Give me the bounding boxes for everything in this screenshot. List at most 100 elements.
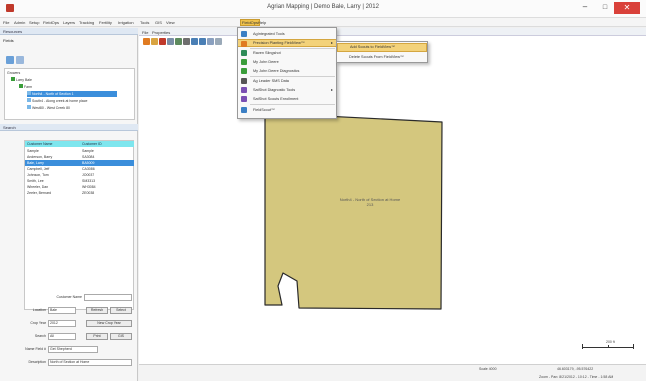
map-canvas[interactable]: North4 - North of Section at Home 213 bbox=[139, 28, 646, 364]
name-field-input[interactable]: Get Shepherd bbox=[48, 346, 98, 353]
menu-irrigation[interactable]: Irrigation bbox=[117, 19, 135, 26]
satshot-enrollment-icon bbox=[241, 96, 247, 102]
zoom-out-icon[interactable] bbox=[199, 38, 206, 45]
left-panel: Resources Fields Growers Larry Bale Farm… bbox=[0, 28, 138, 381]
minimize-button[interactable]: – bbox=[576, 2, 594, 14]
status-scale: Scale 4000 bbox=[479, 367, 497, 371]
tree-root[interactable]: Growers bbox=[7, 70, 20, 76]
menu-gis[interactable]: GIS bbox=[154, 19, 163, 26]
layer-toggle-icon[interactable] bbox=[16, 56, 24, 64]
status-coords: 46.603179, -95.576422 bbox=[557, 367, 594, 371]
submenu-label: Delete Scouts From FieldView™ bbox=[349, 55, 404, 59]
scale-tick bbox=[608, 345, 609, 348]
menu-item-satshot-enrollment[interactable]: SatShot Scouts Enrollment bbox=[238, 95, 336, 103]
location-label: Location bbox=[32, 308, 46, 312]
menu-item-fieldview[interactable]: Precision Planting FieldView™ ▸ bbox=[238, 39, 336, 47]
window-title: Agrian Mapping | Demo Bale, Larry | 2012 bbox=[267, 4, 379, 10]
menu-item-agleader[interactable]: Ag Leader SMS Data bbox=[238, 77, 336, 85]
maximize-button[interactable]: □ bbox=[596, 2, 614, 14]
resources-header: Resources bbox=[0, 28, 138, 35]
agleader-icon bbox=[241, 78, 247, 84]
zoom-in-icon[interactable] bbox=[191, 38, 198, 45]
johndeere-diagnostics-icon bbox=[241, 68, 247, 74]
menu-item-fieldscout[interactable]: FieldScout™ bbox=[238, 106, 336, 114]
tree-field-label: West80 - West Creek 80 bbox=[32, 106, 70, 110]
field-icon bbox=[27, 105, 31, 109]
info-icon[interactable] bbox=[215, 38, 222, 45]
field-label: North4 - North of Section at Home 213 bbox=[335, 197, 405, 207]
menu-separator bbox=[250, 104, 335, 105]
tree-field-label: North4 - North of Section 1 bbox=[32, 92, 74, 96]
fieldview-submenu: Add Scouts to FieldView™ Delete Scouts F… bbox=[336, 41, 428, 63]
field-boundary[interactable] bbox=[264, 112, 443, 310]
resources-title: Resources bbox=[3, 29, 23, 34]
menu-fieldops[interactable]: FieldOps bbox=[42, 19, 60, 26]
crop-year-label: Crop Year bbox=[30, 321, 46, 325]
grower-icon bbox=[11, 77, 15, 81]
search-header: Search bbox=[0, 124, 138, 131]
menu-item-label: SatShot Diagnostic Tools bbox=[253, 88, 296, 92]
crop-year-select[interactable]: 2012 bbox=[48, 320, 76, 327]
draw-icon[interactable] bbox=[143, 38, 150, 45]
edit-icon[interactable] bbox=[151, 38, 158, 45]
submenu-delete-scouts[interactable]: Delete Scouts From FieldView™ bbox=[337, 53, 427, 62]
menu-bar: File Admin Setup FieldOps Layers Trackin… bbox=[0, 18, 646, 27]
print-button[interactable]: Print bbox=[86, 333, 108, 340]
map-toggle-icon[interactable] bbox=[6, 56, 14, 64]
tree-grower[interactable]: Larry Bale bbox=[11, 77, 32, 83]
menu-layers[interactable]: Layers bbox=[62, 19, 76, 26]
new-crop-year-button[interactable]: New Crop Year bbox=[86, 320, 132, 327]
select-button[interactable]: Select bbox=[110, 307, 132, 314]
menu-fertility[interactable]: Fertility bbox=[98, 19, 113, 26]
menu-item-myjohndeere[interactable]: My John Deere bbox=[238, 58, 336, 66]
submenu-arrow-icon: ▸ bbox=[330, 40, 333, 45]
menu-item-agintegrated[interactable]: AgIntegrated Tools bbox=[238, 30, 336, 38]
title-bar: Agrian Mapping | Demo Bale, Larry | 2012… bbox=[0, 0, 646, 18]
pan-icon[interactable] bbox=[207, 38, 214, 45]
close-button[interactable]: ✕ bbox=[614, 2, 640, 14]
menu-item-satshot-diagnostic[interactable]: SatShot Diagnostic Tools ▸ bbox=[238, 86, 336, 94]
grid-cell-name[interactable]: Zeeler, Bernard bbox=[25, 190, 80, 196]
menu-view[interactable]: View bbox=[165, 19, 176, 26]
fieldscout-icon bbox=[241, 107, 247, 113]
tab-properties[interactable]: Properties bbox=[149, 29, 173, 36]
tree-field-row[interactable]: South4 - Along creek at home place bbox=[27, 98, 87, 104]
measure-icon[interactable] bbox=[183, 38, 190, 45]
select-icon[interactable] bbox=[167, 38, 174, 45]
menu-item-slingshot[interactable]: Raven Slingshot bbox=[238, 49, 336, 57]
grid-header-id[interactable]: Customer ID bbox=[80, 141, 134, 147]
menu-item-label: FieldScout™ bbox=[253, 108, 275, 112]
field-label-area: 213 bbox=[366, 202, 374, 207]
scale-label: 200 ft bbox=[606, 340, 615, 344]
menu-setup[interactable]: Setup bbox=[28, 19, 40, 26]
status-bar: Scale 4000 46.603179, -95.576422 Zoom - … bbox=[139, 364, 646, 381]
menu-tracking[interactable]: Tracking bbox=[78, 19, 95, 26]
submenu-add-scouts[interactable]: Add Scouts to FieldView™ bbox=[337, 43, 427, 52]
menu-admin[interactable]: Admin bbox=[13, 19, 26, 26]
search-select[interactable]: All bbox=[48, 333, 76, 340]
layer-icon[interactable] bbox=[175, 38, 182, 45]
menu-item-myjohndeere-diagnostics[interactable]: My John Deere Diagnostics bbox=[238, 67, 336, 75]
menu-tools[interactable]: Tools bbox=[139, 19, 150, 26]
fields-label: Fields bbox=[3, 38, 14, 43]
refresh-button[interactable]: Refresh bbox=[86, 307, 108, 314]
menu-item-label: Raven Slingshot bbox=[253, 51, 281, 55]
scale-tick bbox=[633, 344, 634, 349]
grid-cell-id[interactable]: ZE0038 bbox=[80, 190, 134, 196]
tree-field-row[interactable]: North4 - North of Section 1 bbox=[27, 91, 117, 97]
gis-button[interactable]: GIS bbox=[110, 333, 132, 340]
menu-help[interactable]: Help bbox=[257, 19, 267, 26]
grid-header-name[interactable]: Customer Name bbox=[25, 141, 80, 147]
fieldview-icon bbox=[241, 41, 247, 47]
customer-name-field[interactable] bbox=[84, 294, 132, 301]
tree-farm[interactable]: Farm bbox=[19, 84, 32, 90]
menu-file[interactable]: File bbox=[2, 19, 10, 26]
menu-item-label: AgIntegrated Tools bbox=[253, 32, 285, 36]
menu-item-label: My John Deere Diagnostics bbox=[253, 69, 300, 73]
location-select[interactable]: Bale bbox=[48, 307, 76, 314]
delete-icon[interactable] bbox=[159, 38, 166, 45]
description-input[interactable]: North of Section at Home bbox=[48, 359, 132, 366]
menu-item-label: My John Deere bbox=[253, 60, 279, 64]
tree-field-row[interactable]: West80 - West Creek 80 bbox=[27, 105, 70, 111]
customer-grid: Customer Name Customer ID Sample Sample … bbox=[24, 140, 134, 310]
